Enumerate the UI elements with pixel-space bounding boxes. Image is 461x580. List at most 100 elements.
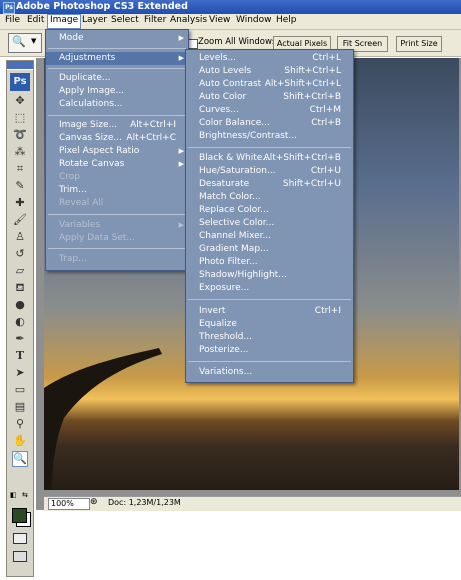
document-size-info: Doc: 1,23M/1,23M <box>108 498 181 507</box>
adjust-item-equalize[interactable]: Equalize <box>186 318 353 331</box>
crop-tool-icon[interactable]: ⌗ <box>13 162 27 176</box>
zoom-all-windows-label: Zoom All Windows <box>198 37 277 47</box>
image-menu-item-trap[interactable]: Trap... <box>46 253 188 266</box>
status-info-icon[interactable]: ⊛ <box>90 497 98 507</box>
menu-edit[interactable]: Edit <box>25 15 46 25</box>
toolbox-grip[interactable] <box>7 61 33 70</box>
quick-mask-icon[interactable] <box>13 533 27 544</box>
marquee-tool-icon[interactable]: ⬚ <box>13 111 27 125</box>
path-selection-tool-icon[interactable]: ➤ <box>13 366 27 380</box>
image-menu-item-pixel-aspect-ratio[interactable]: Pixel Aspect Ratio ▶ <box>46 145 188 158</box>
rectangle-tool-icon[interactable]: ▭ <box>13 383 27 397</box>
foreground-color-swatch[interactable] <box>12 508 27 523</box>
submenu-arrow-icon: ▶ <box>178 221 184 229</box>
menu-separator <box>188 147 351 148</box>
menu-view[interactable]: View <box>207 15 232 25</box>
zoom-tool-icon: 🔍 <box>12 35 26 48</box>
image-menu-item-mode[interactable]: Mode ▶ <box>46 32 188 45</box>
image-menu-item-crop[interactable]: Crop <box>46 171 188 184</box>
notes-tool-icon[interactable]: ▤ <box>13 400 27 414</box>
menu-separator <box>48 68 186 69</box>
photoshop-logo: Ps <box>10 73 30 91</box>
adjust-item-shadow-highlight[interactable]: Shadow/Highlight... <box>186 269 353 282</box>
eraser-tool-icon[interactable]: ▱ <box>13 264 27 278</box>
submenu-arrow-icon: ▶ <box>178 147 184 155</box>
menu-layer[interactable]: Layer <box>80 15 109 25</box>
adjust-item-black-white[interactable]: Black & White... Alt+Shift+Ctrl+B <box>186 152 353 165</box>
eyedropper-tool-icon[interactable]: ⚲ <box>13 417 27 431</box>
adjust-item-levels[interactable]: Levels... Ctrl+L <box>186 52 353 65</box>
adjust-item-selective-color[interactable]: Selective Color... <box>186 217 353 230</box>
tool-preset-picker[interactable]: 🔍 ▼ <box>8 33 42 53</box>
adjust-item-posterize[interactable]: Posterize... <box>186 344 353 357</box>
adjust-item-auto-contrast[interactable]: Auto Contrast Alt+Shift+Ctrl+L <box>186 78 353 91</box>
adjustments-submenu: Levels... Ctrl+L Auto Levels Shift+Ctrl+L … <box>185 49 354 383</box>
adjust-item-threshold[interactable]: Threshold... <box>186 331 353 344</box>
adjust-item-gradient-map[interactable]: Gradient Map... <box>186 243 353 256</box>
image-menu-item-adjustments[interactable]: Adjustments ▶ <box>46 52 188 65</box>
screen-mode-icon[interactable] <box>13 551 27 562</box>
menu-select[interactable]: Select <box>109 15 141 25</box>
dodge-tool-icon[interactable]: ◐ <box>13 315 27 329</box>
menu-image[interactable]: Image <box>47 14 82 29</box>
adjust-item-curves[interactable]: Curves... Ctrl+M <box>186 104 353 117</box>
menu-file[interactable]: File <box>3 15 22 25</box>
default-colors-icon[interactable]: ◧ <box>10 491 17 499</box>
image-menu-item-variables[interactable]: Variables ▶ <box>46 219 188 232</box>
slice-tool-icon[interactable]: ✎ <box>13 179 27 193</box>
hand-tool-icon[interactable]: ✋ <box>13 434 27 448</box>
clone-stamp-tool-icon[interactable]: ♙ <box>13 230 27 244</box>
swap-colors-icon[interactable]: ⇆ <box>22 491 28 499</box>
zoom-tool-icon[interactable]: 🔍 <box>12 451 28 467</box>
history-brush-tool-icon[interactable]: ↺ <box>13 247 27 261</box>
image-menu-item-image-size[interactable]: Image Size... Alt+Ctrl+I <box>46 119 188 132</box>
paint-bucket-tool-icon[interactable]: ⛾ <box>13 281 27 295</box>
menu-separator <box>188 361 351 362</box>
print-size-button[interactable]: Print Size <box>396 36 442 52</box>
image-menu-dropdown: Mode ▶ Adjustments ▶ Duplicate... Apply Im… <box>45 29 189 271</box>
menu-separator <box>48 115 186 116</box>
lasso-tool-icon[interactable]: ➰ <box>13 128 27 142</box>
image-menu-item-apply-data-set[interactable]: Apply Data Set... <box>46 232 188 245</box>
image-menu-item-duplicate[interactable]: Duplicate... <box>46 72 188 85</box>
adjust-item-auto-color[interactable]: Auto Color Shift+Ctrl+B <box>186 91 353 104</box>
menu-filter[interactable]: Filter <box>142 15 168 25</box>
menu-analysis[interactable]: Analysis <box>168 15 209 25</box>
adjust-item-exposure[interactable]: Exposure... <box>186 282 353 295</box>
image-menu-item-reveal-all[interactable]: Reveal All <box>46 197 188 210</box>
zoom-level-field[interactable]: 100% <box>48 498 90 510</box>
menu-help[interactable]: Help <box>274 15 299 25</box>
menu-separator <box>48 48 186 49</box>
image-menu-item-apply-image[interactable]: Apply Image... <box>46 85 188 98</box>
adjust-item-hue-saturation[interactable]: Hue/Saturation... Ctrl+U <box>186 165 353 178</box>
magic-wand-tool-icon[interactable]: ⁂ <box>13 145 27 159</box>
image-menu-item-canvas-size[interactable]: Canvas Size... Alt+Ctrl+C <box>46 132 188 145</box>
adjust-item-channel-mixer[interactable]: Channel Mixer... <box>186 230 353 243</box>
type-tool-icon[interactable]: T <box>13 349 27 363</box>
zoom-all-windows-checkbox[interactable] <box>188 39 198 49</box>
adjust-item-desaturate[interactable]: Desaturate Shift+Ctrl+U <box>186 178 353 191</box>
pen-tool-icon[interactable]: ✒ <box>13 332 27 346</box>
brush-tool-icon[interactable]: 🖌 <box>13 213 27 227</box>
image-menu-item-rotate-canvas[interactable]: Rotate Canvas ▶ <box>46 158 188 171</box>
adjust-item-color-balance[interactable]: Color Balance... Ctrl+B <box>186 117 353 130</box>
healing-brush-tool-icon[interactable]: ✚ <box>13 196 27 210</box>
adjust-item-photo-filter[interactable]: Photo Filter... <box>186 256 353 269</box>
image-menu-item-trim[interactable]: Trim... <box>46 184 188 197</box>
submenu-arrow-icon: ▶ <box>178 34 184 42</box>
blur-tool-icon[interactable]: ● <box>13 298 27 312</box>
photoshop-app-icon: Ps <box>3 2 15 14</box>
palm-tree-silhouette <box>44 348 162 490</box>
adjust-item-variations[interactable]: Variations... <box>186 366 353 379</box>
adjust-item-brightness-contrast[interactable]: Brightness/Contrast... <box>186 130 353 143</box>
adjust-item-auto-levels[interactable]: Auto Levels Shift+Ctrl+L <box>186 65 353 78</box>
adjust-item-replace-color[interactable]: Replace Color... <box>186 204 353 217</box>
adjust-item-match-color[interactable]: Match Color... <box>186 191 353 204</box>
image-menu-item-calculations[interactable]: Calculations... <box>46 98 188 111</box>
adjust-item-invert[interactable]: Invert Ctrl+I <box>186 305 353 318</box>
menu-separator <box>48 248 186 249</box>
move-tool-icon[interactable]: ✥ <box>13 94 27 108</box>
menu-bar: File Edit Image Layer Select Filter Anal… <box>0 14 461 30</box>
menu-separator <box>188 299 351 300</box>
menu-window[interactable]: Window <box>234 15 274 25</box>
